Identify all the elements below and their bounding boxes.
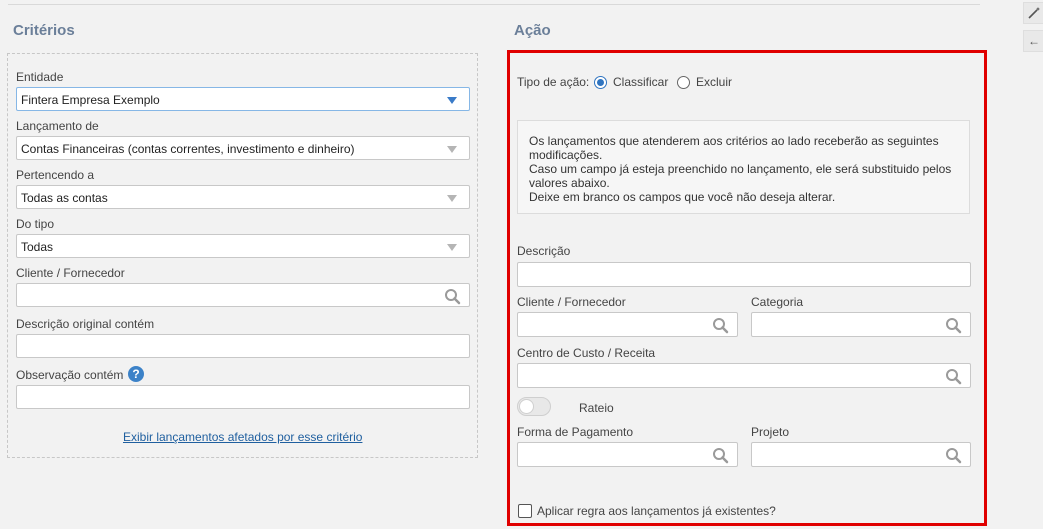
chevron-down-icon xyxy=(447,195,457,202)
descricao-original-input[interactable] xyxy=(16,334,470,358)
cliente-fornecedor-label: Cliente / Fornecedor xyxy=(16,266,125,280)
centro-custo-input[interactable] xyxy=(517,363,971,388)
chevron-down-icon xyxy=(447,97,457,104)
projeto-input[interactable] xyxy=(751,442,971,467)
search-icon[interactable] xyxy=(712,317,729,334)
cliente-fornecedor-input[interactable] xyxy=(16,283,470,307)
info-line: modificações. xyxy=(529,148,603,162)
rateio-toggle[interactable] xyxy=(517,397,551,416)
info-line: Deixe em branco os campos que você não d… xyxy=(529,190,836,204)
info-text: Os lançamentos que atenderem aos critéri… xyxy=(529,134,969,204)
rateio-label: Rateio xyxy=(579,401,614,415)
toggle-knob xyxy=(519,399,534,414)
help-icon[interactable]: ? xyxy=(128,366,144,382)
projeto-label: Projeto xyxy=(751,425,790,439)
magic-wand-icon[interactable] xyxy=(1023,2,1043,24)
top-divider xyxy=(8,4,980,5)
descricao-original-label: Descrição original contém xyxy=(16,317,155,331)
observacao-label: Observação contém xyxy=(16,368,124,382)
exibir-lancamentos-link[interactable]: Exibir lançamentos afetados por esse cri… xyxy=(123,430,362,444)
search-icon[interactable] xyxy=(444,288,461,305)
search-icon[interactable] xyxy=(712,447,729,464)
acao-title: Ação xyxy=(514,22,551,39)
radio-classificar[interactable]: Classificar xyxy=(593,75,669,91)
centro-custo-label: Centro de Custo / Receita xyxy=(517,346,656,360)
forma-pagamento-input[interactable] xyxy=(517,442,738,467)
lancamento-value: Contas Financeiras (contas correntes, in… xyxy=(21,142,355,156)
acao-cliente-input[interactable] xyxy=(517,312,738,337)
info-line: valores abaixo. xyxy=(529,176,610,190)
lancamento-label: Lançamento de xyxy=(16,119,99,133)
aplicar-regra-label: Aplicar regra aos lançamentos já existen… xyxy=(537,504,776,518)
descricao-label: Descrição xyxy=(517,244,571,258)
chevron-down-icon xyxy=(447,244,457,251)
aplicar-regra-box[interactable] xyxy=(518,504,532,518)
search-icon[interactable] xyxy=(945,368,962,385)
tipo-label: Do tipo xyxy=(16,217,55,231)
radio-classificar-control[interactable] xyxy=(594,76,607,89)
entidade-label: Entidade xyxy=(16,70,64,84)
pertencendo-value: Todas as contas xyxy=(21,191,108,205)
acao-cliente-label: Cliente / Fornecedor xyxy=(517,295,626,309)
info-line: Os lançamentos que atenderem aos critéri… xyxy=(529,134,939,148)
observacao-input[interactable] xyxy=(16,385,470,409)
lancamento-select[interactable]: Contas Financeiras (contas correntes, in… xyxy=(16,136,470,160)
aplicar-regra-checkbox[interactable]: Aplicar regra aos lançamentos já existen… xyxy=(517,503,787,519)
pertencendo-label: Pertencendo a xyxy=(16,168,95,182)
pertencendo-select[interactable]: Todas as contas xyxy=(16,185,470,209)
info-line: Caso um campo já esteja preenchido no la… xyxy=(529,162,952,176)
radio-excluir-label: Excluir xyxy=(696,75,733,89)
search-icon[interactable] xyxy=(945,447,962,464)
magic-wand-glyph xyxy=(1028,7,1040,19)
chevron-down-icon xyxy=(447,146,457,153)
tipo-acao-label: Tipo de ação: xyxy=(517,75,590,89)
arrow-left-icon[interactable]: ← xyxy=(1023,30,1043,52)
search-icon[interactable] xyxy=(945,317,962,334)
tipo-value: Todas xyxy=(21,240,54,254)
categoria-label: Categoria xyxy=(751,295,804,309)
tipo-select[interactable]: Todas xyxy=(16,234,470,258)
radio-excluir[interactable]: Excluir xyxy=(676,75,736,91)
criterios-title: Critérios xyxy=(13,22,75,39)
descricao-input[interactable] xyxy=(517,262,971,287)
categoria-input[interactable] xyxy=(751,312,971,337)
radio-excluir-control[interactable] xyxy=(677,76,690,89)
forma-pagamento-label: Forma de Pagamento xyxy=(517,425,634,439)
entidade-value: Fintera Empresa Exemplo xyxy=(21,93,160,107)
info-box: Os lançamentos que atenderem aos critéri… xyxy=(517,120,970,214)
entidade-select[interactable]: Fintera Empresa Exemplo xyxy=(16,87,470,111)
radio-classificar-label: Classificar xyxy=(613,75,669,89)
